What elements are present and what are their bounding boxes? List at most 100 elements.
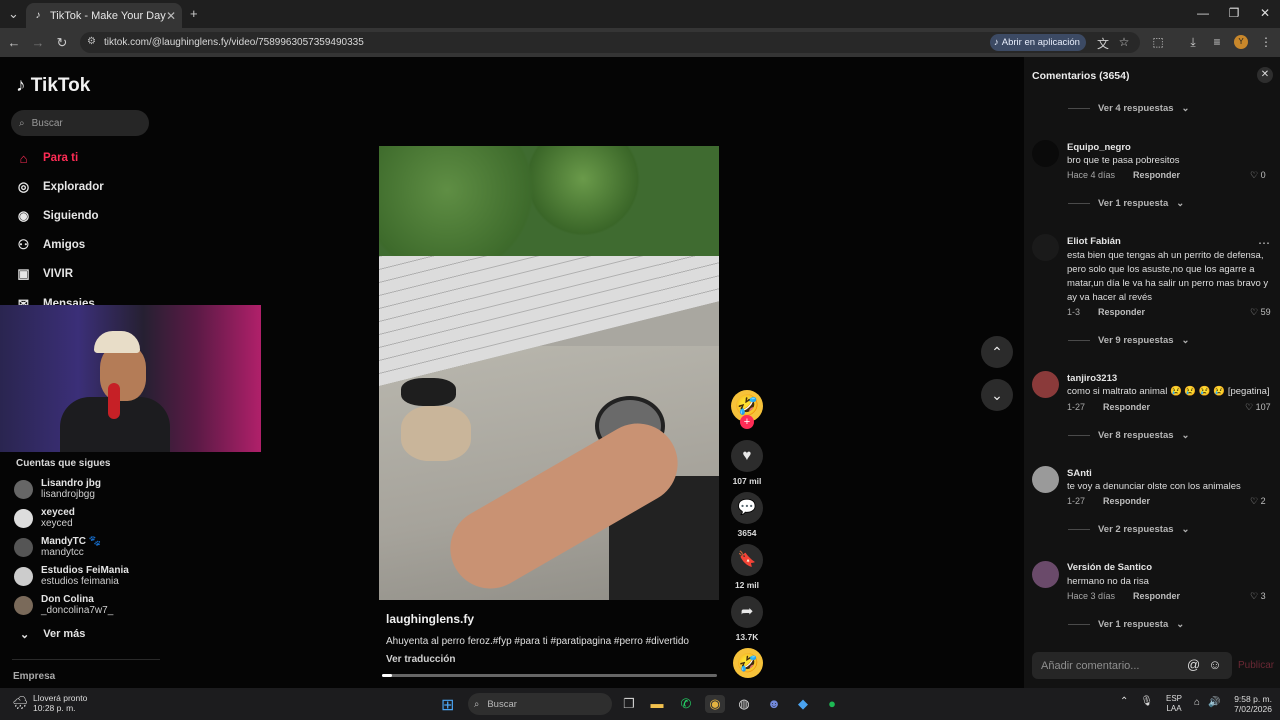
extensions-icon[interactable]: ⬚: [1150, 35, 1166, 49]
comment-like-button[interactable]: ♡ 2: [1250, 496, 1278, 507]
language-indicator[interactable]: ESP LAA: [1166, 694, 1182, 714]
volume-icon[interactable]: 🔊: [1208, 697, 1220, 708]
follow-plus-icon[interactable]: +: [740, 415, 754, 429]
app-icon[interactable]: ◆: [793, 695, 813, 713]
weather-widget[interactable]: Lloverá pronto 10:28 p. m.: [33, 693, 87, 713]
comment-like-button[interactable]: ♡ 107: [1245, 402, 1273, 413]
comment-like-button[interactable]: ♡ 59: [1250, 307, 1278, 318]
translate-icon[interactable]: 文: [1095, 35, 1111, 52]
sidebar-item-amigos[interactable]: ⚇ Amigos: [16, 234, 86, 256]
window-close-icon[interactable]: ✕: [1250, 6, 1280, 20]
comment-like-button[interactable]: ♡ 3: [1250, 591, 1278, 602]
avatar[interactable]: [1032, 561, 1059, 588]
comment-username[interactable]: Eliot Fabián: [1067, 236, 1121, 247]
sidebar-item-siguiendo[interactable]: ◉ Siguiendo: [16, 205, 99, 227]
music-disc-icon[interactable]: 🤣: [733, 648, 763, 678]
obs-icon[interactable]: ◍: [734, 695, 754, 713]
view-replies-button[interactable]: Ver 4 respuestas ⌄: [1068, 103, 1190, 114]
site-info-icon[interactable]: ⚙: [87, 36, 96, 47]
company-link[interactable]: Empresa: [13, 671, 55, 682]
followed-account[interactable]: Lisandro jbg lisandrojbgg: [14, 476, 101, 502]
task-view-icon[interactable]: ❐: [619, 695, 639, 713]
tab-close-icon[interactable]: ✕: [166, 9, 176, 23]
forward-icon[interactable]: →: [30, 35, 46, 50]
avatar[interactable]: [1032, 234, 1059, 261]
back-icon[interactable]: ←: [6, 35, 22, 50]
avatar[interactable]: [1032, 140, 1059, 167]
tray-expand-icon[interactable]: ⌃: [1120, 696, 1128, 707]
view-replies-button[interactable]: Ver 8 respuestas ⌄: [1068, 430, 1190, 441]
avatar[interactable]: [1032, 466, 1059, 493]
avatar[interactable]: [1032, 371, 1059, 398]
comment-username[interactable]: Versión de Santico: [1067, 562, 1152, 573]
comment-icon: 💬: [737, 499, 757, 516]
reply-button[interactable]: Responder: [1133, 170, 1180, 180]
sidebar-item-vivir[interactable]: ▣ VIVIR: [16, 263, 73, 285]
account-name: xeyced: [41, 507, 75, 518]
tiktok-logo[interactable]: ♪ TikTok: [16, 75, 90, 97]
video-player[interactable]: [379, 146, 719, 600]
view-replies-button[interactable]: Ver 2 respuestas ⌄: [1068, 524, 1190, 535]
view-replies-button[interactable]: Ver 9 respuestas ⌄: [1068, 335, 1190, 346]
url-text[interactable]: tiktok.com/@laughinglens.fy/video/758996…: [104, 37, 364, 48]
view-replies-button[interactable]: Ver 1 respuesta ⌄: [1068, 619, 1184, 630]
previous-video-button[interactable]: ⌃: [981, 336, 1013, 368]
rain-cloud-icon[interactable]: 🌧: [12, 695, 29, 711]
profile-avatar[interactable]: Y: [1234, 35, 1248, 49]
video-progress-bar[interactable]: [382, 674, 717, 677]
restore-icon[interactable]: ❐: [1219, 6, 1249, 20]
whatsapp-icon[interactable]: ✆: [676, 695, 696, 713]
comment-time: 1-27: [1067, 496, 1086, 506]
network-icon[interactable]: ⌂: [1194, 697, 1200, 708]
reload-icon[interactable]: ↻: [54, 35, 70, 51]
new-tab-icon[interactable]: +: [190, 6, 198, 21]
taskbar-clock[interactable]: 9:58 p. m. 7/02/2026: [1228, 694, 1272, 714]
more-options-icon[interactable]: ⋯: [1258, 236, 1270, 250]
chevron-down-icon: ⌄: [991, 387, 1003, 403]
post-comment-button[interactable]: Publicar: [1238, 660, 1274, 671]
comment-meta: Hace 3 días Responder: [1067, 591, 1180, 601]
sidebar-item-para-ti[interactable]: ⌂ Para ti: [16, 147, 79, 169]
reply-button[interactable]: Responder: [1103, 402, 1150, 412]
sidebar-item-explorador[interactable]: ◎ Explorador: [16, 176, 104, 198]
share-button[interactable]: ➦: [731, 596, 763, 628]
tab-search-icon[interactable]: ⌄: [8, 6, 19, 22]
minimize-icon[interactable]: —: [1188, 6, 1218, 20]
open-in-app-button[interactable]: ♪ Abrir en aplicación: [990, 34, 1086, 51]
spotify-icon[interactable]: ●: [822, 695, 842, 713]
emoji-icon[interactable]: ☺: [1208, 657, 1221, 672]
close-comments-button[interactable]: ✕: [1257, 67, 1273, 83]
mention-icon[interactable]: @: [1187, 657, 1200, 672]
view-replies-button[interactable]: Ver 1 respuesta ⌄: [1068, 198, 1184, 209]
like-button[interactable]: ♥: [731, 440, 763, 472]
followed-account[interactable]: MandyTC 🐾 mandytcc: [14, 534, 101, 560]
comment-button[interactable]: 💬: [731, 492, 763, 524]
comment-username[interactable]: Equipo_negro: [1067, 142, 1131, 153]
followed-account[interactable]: xeyced xeyced: [14, 505, 75, 531]
comment-username[interactable]: tanjiro3213: [1067, 373, 1117, 384]
search-input[interactable]: ⌕ Buscar: [11, 110, 149, 136]
bookmark-star-icon[interactable]: ☆: [1116, 35, 1132, 49]
taskbar-search[interactable]: ⌕ Buscar: [468, 693, 612, 715]
download-icon[interactable]: ⤓: [1185, 35, 1201, 50]
video-creator-name[interactable]: laughinglens.fy: [386, 612, 474, 626]
media-controls-icon[interactable]: ≡: [1209, 35, 1225, 49]
windows-start-icon[interactable]: ⊞: [441, 695, 454, 715]
chrome-icon[interactable]: ◉: [705, 695, 725, 713]
comment-username[interactable]: SAnti: [1067, 468, 1092, 479]
save-button[interactable]: 🔖: [731, 544, 763, 576]
microphone-icon[interactable]: 🎙: [1140, 696, 1153, 707]
see-more-button[interactable]: ⌄ Ver más: [20, 628, 85, 641]
discord-icon[interactable]: ☻: [764, 695, 784, 713]
menu-kebab-icon[interactable]: ⋮: [1258, 35, 1274, 49]
file-explorer-icon[interactable]: ▬: [647, 695, 667, 713]
translate-link[interactable]: Ver traducción: [386, 654, 455, 665]
reply-button[interactable]: Responder: [1133, 591, 1180, 601]
reply-button[interactable]: Responder: [1098, 307, 1145, 317]
followed-account[interactable]: Estudios FeiMania estudios feimania: [14, 563, 129, 589]
next-video-button[interactable]: ⌄: [981, 379, 1013, 411]
reply-button[interactable]: Responder: [1103, 496, 1150, 506]
comment-like-button[interactable]: ♡ 0: [1250, 170, 1278, 181]
browser-tab[interactable]: ♪ TikTok - Make Your Day ✕: [26, 3, 182, 28]
followed-account[interactable]: Don Colina _doncolina7w7_: [14, 592, 113, 618]
